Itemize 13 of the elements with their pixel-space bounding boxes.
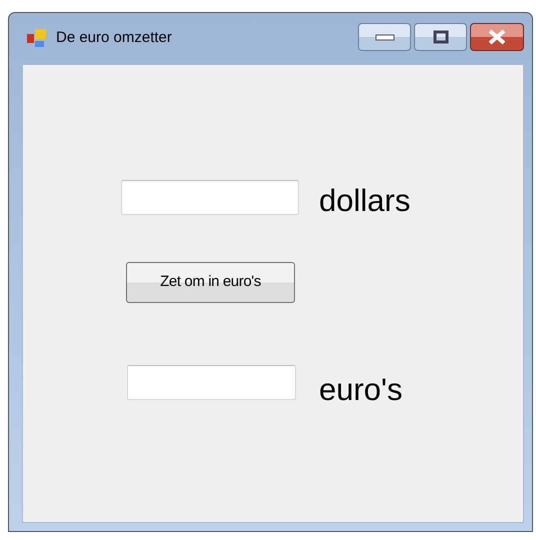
- dollars-label: dollars: [319, 185, 410, 216]
- window-title: De euro omzetter: [56, 28, 172, 48]
- euros-label: euro's: [319, 374, 402, 405]
- close-icon: [486, 28, 508, 44]
- maximize-button[interactable]: [414, 22, 467, 50]
- dollars-field[interactable]: [121, 180, 299, 215]
- convert-button[interactable]: Zet om in euro's: [126, 262, 295, 303]
- minimize-icon: [374, 32, 394, 40]
- maximize-icon: [432, 30, 448, 44]
- app-icon: [26, 28, 48, 50]
- minimize-button[interactable]: [358, 22, 411, 50]
- close-button[interactable]: [470, 22, 524, 50]
- euros-field[interactable]: [127, 365, 296, 400]
